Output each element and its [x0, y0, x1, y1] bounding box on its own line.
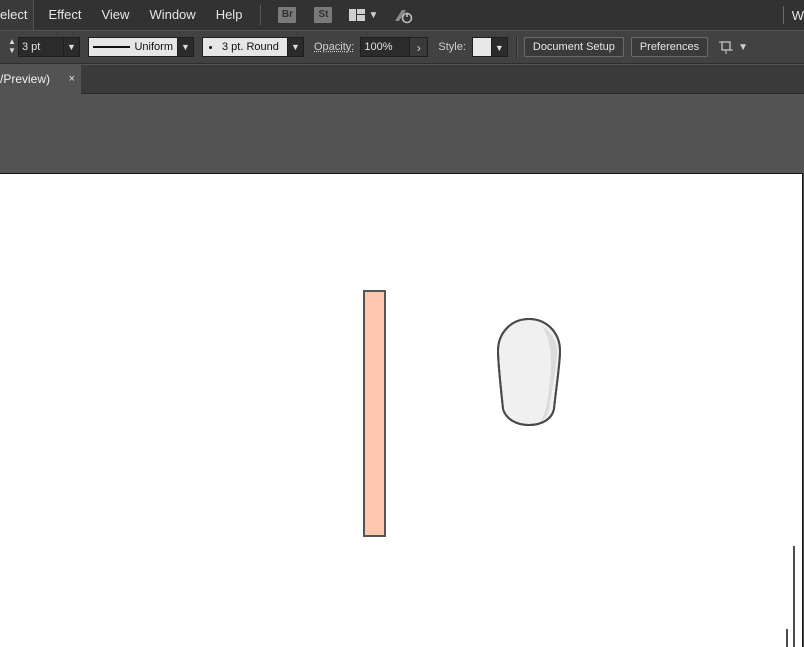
menu-divider — [260, 5, 262, 25]
artwork — [363, 290, 795, 647]
opacity-arrow-button[interactable]: › — [410, 37, 429, 57]
control-divider — [515, 36, 517, 58]
opacity-field[interactable]: 100% — [360, 37, 411, 57]
style-swatch[interactable] — [471, 37, 492, 57]
stroke-weight-control: ▲ ▼ 3 pt ▼ — [6, 37, 80, 57]
arrange-documents-button[interactable]: ▼ — [718, 39, 748, 55]
menu-right-divider — [782, 6, 784, 24]
stroke-weight-field[interactable]: 3 pt — [18, 37, 64, 57]
stroke-weight-dropdown[interactable]: ▼ — [64, 37, 80, 57]
stroke-profile-preview — [93, 46, 131, 48]
menu-bar: elect Effect View Window Help Br St ▼ W — [0, 0, 804, 30]
menu-view[interactable]: View — [91, 0, 139, 30]
document-tab[interactable]: /Preview) × — [0, 65, 81, 94]
close-icon[interactable]: × — [69, 65, 75, 94]
brush-dot-icon — [209, 45, 212, 49]
brush-control: 3 pt. Round ▼ — [202, 37, 304, 57]
document-setup-button[interactable]: Document Setup — [523, 37, 624, 57]
workspace-switcher[interactable]: ▼ — [349, 9, 378, 21]
stock-icon[interactable]: St — [314, 7, 333, 23]
artboard[interactable] — [0, 173, 803, 647]
brush-dropdown[interactable]: ▼ — [288, 37, 304, 57]
peach-rectangle[interactable] — [363, 290, 386, 537]
document-tab-title: /Preview) — [0, 72, 51, 86]
stroke-profile-control: Uniform ▼ — [88, 37, 194, 57]
brush-select[interactable]: 3 pt. Round — [202, 37, 288, 57]
chevron-down-icon: ▼ — [368, 9, 379, 21]
pebble-shape[interactable] — [496, 317, 562, 427]
menu-window[interactable]: Window — [139, 0, 205, 30]
stroke-profile-label: Uniform — [134, 41, 173, 53]
style-dropdown[interactable]: ▼ — [491, 37, 508, 57]
workspace-name[interactable]: W — [792, 8, 804, 23]
style-label: Style: — [438, 41, 466, 53]
bridge-icon[interactable]: Br — [278, 7, 297, 23]
menu-effect[interactable]: Effect — [38, 0, 91, 30]
preferences-button[interactable]: Preferences — [630, 37, 709, 57]
workspace-layout-icon — [349, 9, 366, 21]
document-tab-bar: /Preview) × — [0, 65, 804, 94]
stroke-profile-select[interactable]: Uniform — [88, 37, 178, 57]
opacity-label[interactable]: Opacity: — [314, 41, 354, 53]
stroke-profile-dropdown[interactable]: ▼ — [178, 37, 194, 57]
menu-select[interactable]: elect — [0, 0, 35, 30]
gpu-performance-icon[interactable] — [392, 6, 414, 24]
stroke-weight-stepper[interactable]: ▲ ▼ — [6, 37, 18, 57]
control-bar: ▲ ▼ 3 pt ▼ Uniform ▼ 3 pt. Round ▼ Opacit… — [0, 31, 804, 64]
menu-right: W — [782, 0, 804, 30]
chevron-down-icon: ▼ — [738, 41, 749, 53]
brush-label: 3 pt. Round — [222, 41, 279, 53]
menu-help[interactable]: Help — [206, 0, 253, 30]
arrange-icon — [719, 41, 734, 54]
